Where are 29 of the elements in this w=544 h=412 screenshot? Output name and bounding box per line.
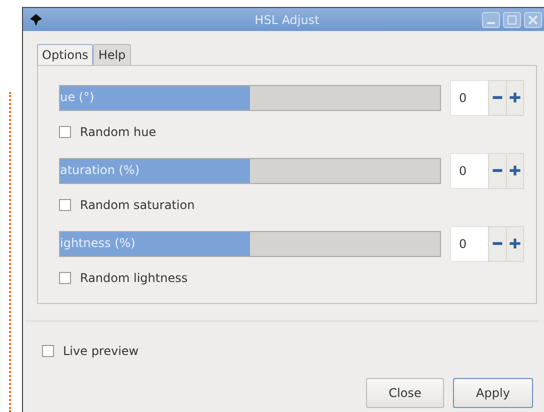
plus-icon[interactable] [506,226,524,262]
plus-icon[interactable] [506,80,524,116]
slider-label: ue (°) [60,90,94,104]
window-title: HSL Adjust [254,12,320,26]
checkbox-label: Random lightness [80,271,188,285]
checkbox[interactable] [59,199,71,211]
maximize-icon[interactable] [503,12,521,28]
value-field[interactable]: 0 [450,153,488,189]
tab[interactable]: Help [93,44,131,65]
plus-icon[interactable] [506,153,524,189]
close-button[interactable]: Close [366,378,444,408]
apply-button[interactable]: Apply [453,378,533,408]
checkbox-label: Random saturation [80,198,195,212]
value-field[interactable]: 0 [450,226,488,262]
minus-icon[interactable] [488,80,506,116]
value-field[interactable]: 0 [450,80,488,116]
checkbox[interactable] [42,345,54,357]
checkbox-label: Random hue [80,125,156,139]
checkbox[interactable] [59,272,71,284]
close-icon[interactable] [524,12,542,28]
minus-icon[interactable] [488,153,506,189]
ink-drop-icon [29,12,43,26]
tab[interactable]: Options [37,44,94,65]
slider-label: ightness (%) [60,236,136,250]
checkbox[interactable] [59,126,71,138]
minus-icon[interactable] [488,226,506,262]
minimize-icon[interactable] [482,12,500,28]
slider-label: aturation (%) [60,163,140,177]
checkbox-label: Live preview [63,344,139,358]
